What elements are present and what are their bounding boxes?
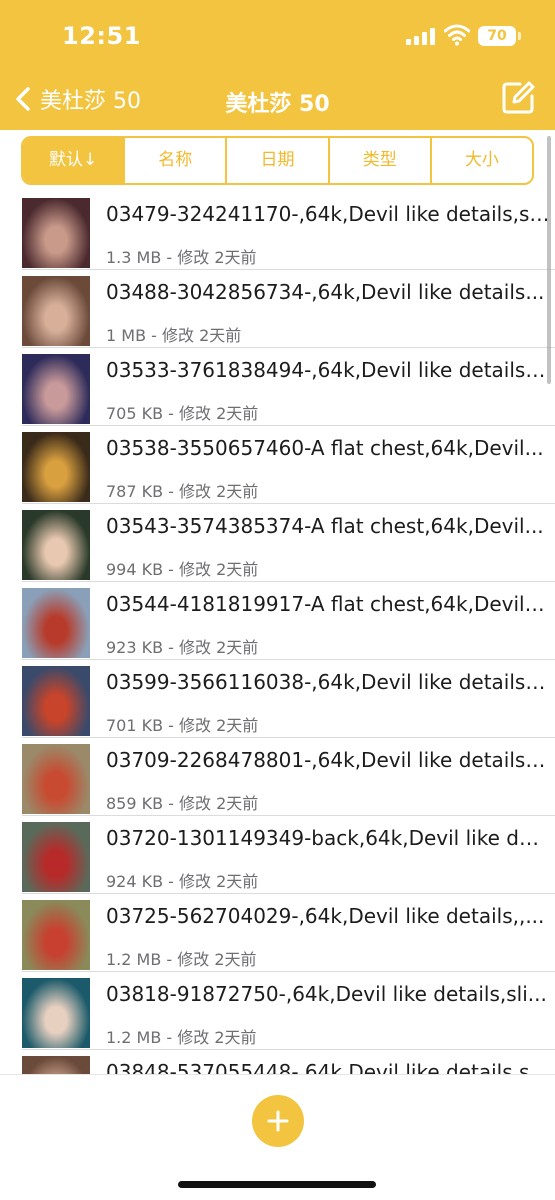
file-row[interactable]: 03533-3761838494-,64k,Devil like details…	[0, 348, 555, 426]
file-meta: 923 KB - 修改 2天前	[106, 638, 259, 657]
file-meta: 1.3 MB - 修改 2天前	[106, 248, 257, 267]
file-thumbnail	[22, 822, 90, 892]
file-row[interactable]: 03479-324241170-,64k,Devil like details,…	[0, 192, 555, 270]
sort-type-tab[interactable]: 类型	[327, 138, 430, 183]
file-thumbnail	[22, 198, 90, 268]
bottom-bar	[0, 1074, 555, 1200]
file-meta: 1.2 MB - 修改 2天前	[106, 950, 257, 969]
compose-icon[interactable]	[500, 80, 536, 116]
sort-segmented-control: 默认↓ 名称 日期 类型 大小	[21, 136, 534, 185]
add-button[interactable]	[252, 1095, 304, 1147]
wifi-icon	[444, 24, 470, 46]
file-name: 03720-1301149349-back,64k,Devil like det…	[106, 826, 550, 850]
status-bar: 12:51 70	[0, 0, 555, 72]
file-row[interactable]: 03848-537055448-,64k,Devil like details,…	[0, 1050, 555, 1074]
home-indicator	[178, 1181, 376, 1188]
file-thumbnail	[22, 432, 90, 502]
file-name: 03848-537055448-,64k,Devil like details,…	[106, 1060, 549, 1074]
file-name: 03725-562704029-,64k,Devil like details,…	[106, 904, 545, 928]
battery-icon: 70	[478, 26, 521, 46]
file-thumbnail	[22, 588, 90, 658]
file-meta: 701 KB - 修改 2天前	[106, 716, 259, 735]
file-thumbnail	[22, 978, 90, 1048]
file-row[interactable]: 03538-3550657460-A flat chest,64k,Devil.…	[0, 426, 555, 504]
file-row[interactable]: 03709-2268478801-,64k,Devil like details…	[0, 738, 555, 816]
file-name: 03538-3550657460-A flat chest,64k,Devil.…	[106, 436, 544, 460]
file-meta: 924 KB - 修改 2天前	[106, 872, 259, 891]
file-name: 03479-324241170-,64k,Devil like details,…	[106, 202, 550, 226]
file-row[interactable]: 03818-91872750-,64k,Devil like details,s…	[0, 972, 555, 1050]
file-name: 03533-3761838494-,64k,Devil like details…	[106, 358, 550, 382]
sort-size-tab[interactable]: 大小	[429, 138, 532, 183]
file-row[interactable]: 03599-3566116038-,64k,Devil like details…	[0, 660, 555, 738]
file-name: 03488-3042856734-,64k,Devil like details…	[106, 280, 545, 304]
file-meta: 705 KB - 修改 2天前	[106, 404, 259, 423]
file-thumbnail	[22, 666, 90, 736]
cellular-signal-icon	[406, 27, 436, 45]
file-list: 03479-324241170-,64k,Devil like details,…	[0, 192, 555, 1074]
file-row[interactable]: 03488-3042856734-,64k,Devil like details…	[0, 270, 555, 348]
file-meta: 787 KB - 修改 2天前	[106, 482, 259, 501]
file-meta: 1 MB - 修改 2天前	[106, 326, 242, 345]
file-row[interactable]: 03543-3574385374-A flat chest,64k,Devil.…	[0, 504, 555, 582]
sort-name-tab[interactable]: 名称	[123, 138, 225, 183]
file-thumbnail	[22, 510, 90, 580]
file-thumbnail	[22, 354, 90, 424]
file-row[interactable]: 03720-1301149349-back,64k,Devil like det…	[0, 816, 555, 894]
scrollbar[interactable]	[547, 136, 551, 384]
plus-icon	[267, 1110, 289, 1132]
file-row[interactable]: 03725-562704029-,64k,Devil like details,…	[0, 894, 555, 972]
sort-date-tab[interactable]: 日期	[225, 138, 327, 183]
file-name: 03818-91872750-,64k,Devil like details,s…	[106, 982, 547, 1006]
file-thumbnail	[22, 744, 90, 814]
file-thumbnail	[22, 276, 90, 346]
file-thumbnail	[22, 900, 90, 970]
file-meta: 1.2 MB - 修改 2天前	[106, 1028, 257, 1047]
sort-default-tab[interactable]: 默认↓	[23, 138, 124, 183]
file-name: 03599-3566116038-,64k,Devil like details…	[106, 670, 550, 694]
file-meta: 994 KB - 修改 2天前	[106, 560, 259, 579]
status-time: 12:51	[62, 22, 141, 50]
file-name: 03709-2268478801-,64k,Devil like details…	[106, 748, 550, 772]
file-row[interactable]: 03544-4181819917-A flat chest,64k,Devil …	[0, 582, 555, 660]
file-name: 03543-3574385374-A flat chest,64k,Devil.…	[106, 514, 544, 538]
page-title: 美杜莎 50	[225, 92, 330, 117]
navigation-bar: 美杜莎 50 美杜莎 50	[0, 72, 555, 130]
file-meta: 859 KB - 修改 2天前	[106, 794, 259, 813]
file-thumbnail	[22, 1056, 90, 1074]
file-name: 03544-4181819917-A flat chest,64k,Devil …	[106, 592, 550, 616]
top-bar: 12:51 70 美杜莎 50 美杜莎 50	[0, 0, 555, 130]
